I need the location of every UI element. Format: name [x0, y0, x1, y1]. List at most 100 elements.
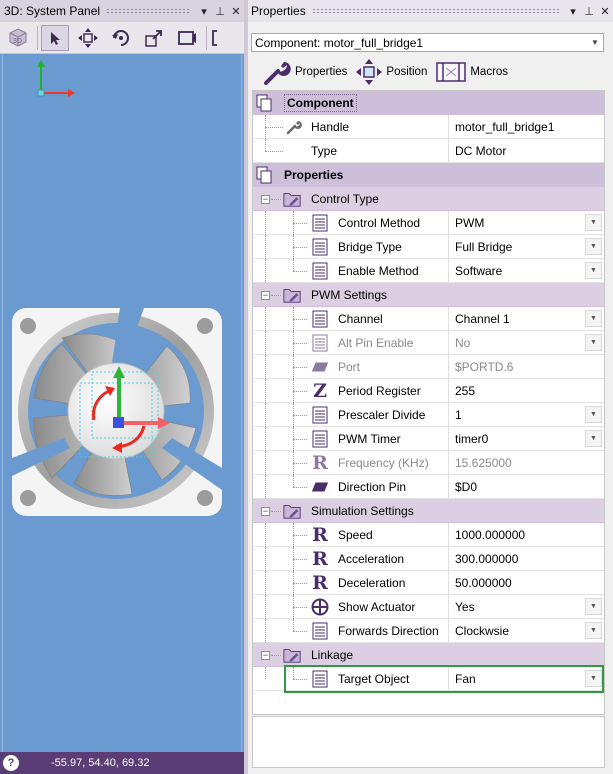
tree-line — [265, 235, 266, 259]
collapse-icon[interactable]: − — [261, 195, 270, 204]
dropdown-button[interactable]: ▼ — [585, 670, 602, 687]
panel-view-button[interactable] — [173, 25, 201, 51]
rotate-tool-button[interactable] — [107, 25, 135, 51]
property-row-type[interactable]: Type DC Motor — [253, 139, 604, 163]
property-value[interactable]: motor_full_bridge1 — [448, 115, 604, 139]
property-row-frequency[interactable]: R Frequency (KHz) 15.625000 — [253, 451, 604, 475]
property-value[interactable]: Fan ▼ — [448, 667, 604, 691]
property-row-alt-pin-enable[interactable]: Alt Pin Enable No ▼ — [253, 331, 604, 355]
pin-icon[interactable]: ⊥ — [212, 5, 228, 18]
tree-line — [271, 655, 281, 656]
close-icon[interactable]: ✕ — [228, 5, 244, 18]
dropdown-button[interactable]: ▼ — [585, 238, 602, 255]
property-value[interactable]: PWM ▼ — [448, 211, 604, 235]
property-row-handle[interactable]: Handle motor_full_bridge1 — [253, 115, 604, 139]
collapse-icon[interactable]: − — [261, 651, 270, 660]
dropdown-button[interactable]: ▼ — [585, 262, 602, 279]
property-value[interactable]: $D0 — [448, 475, 604, 499]
tree-line — [265, 523, 266, 547]
move-tool-button[interactable] — [74, 25, 102, 51]
tab-macros[interactable]: Macros — [435, 60, 508, 84]
property-value-text: 15.625000 — [455, 456, 512, 470]
property-label: Frequency (KHz) — [338, 456, 429, 470]
toolbar-overflow-button[interactable] — [210, 25, 220, 51]
tree-line — [293, 367, 307, 368]
close-icon[interactable]: ✕ — [597, 5, 613, 18]
dropdown-button[interactable]: ▼ — [585, 598, 602, 615]
scale-tool-button[interactable] — [140, 25, 168, 51]
collapse-icon[interactable]: − — [261, 291, 270, 300]
dropdown-button[interactable]: ▼ — [585, 214, 602, 231]
property-row-forwards-direction[interactable]: Forwards Direction Clockwsie ▼ — [253, 619, 604, 643]
help-icon[interactable]: ? — [3, 755, 19, 771]
group-control-type[interactable]: − Control Type — [253, 187, 604, 211]
collapse-icon[interactable]: − — [261, 507, 270, 516]
title-grip[interactable] — [311, 8, 559, 14]
property-row-direction-pin[interactable]: Direction Pin $D0 — [253, 475, 604, 499]
property-name-cell: Show Actuator — [253, 595, 448, 619]
property-value[interactable]: 255 — [448, 379, 604, 403]
property-row-prescaler-divide[interactable]: Prescaler Divide 1 ▼ — [253, 403, 604, 427]
property-row-speed[interactable]: R Speed 1000.000000 — [253, 523, 604, 547]
property-value[interactable]: 300.000000 — [448, 547, 604, 571]
camera-view-button[interactable]: 3D — [4, 25, 32, 51]
integer-z-icon: Z — [313, 380, 327, 402]
property-name-cell: Control Method — [253, 211, 448, 235]
group-simulation-settings[interactable]: − Simulation Settings — [253, 499, 604, 523]
properties-title: Properties — [251, 4, 306, 18]
property-row-control-method[interactable]: Control Method PWM ▼ — [253, 211, 604, 235]
property-row-deceleration[interactable]: R Deceleration 50.000000 — [253, 571, 604, 595]
dropdown-button[interactable]: ▼ — [585, 334, 602, 351]
group-linkage[interactable]: − Linkage — [253, 643, 604, 667]
property-value[interactable]: timer0 ▼ — [448, 427, 604, 451]
property-row-bridge-type[interactable]: Bridge Type Full Bridge ▼ — [253, 235, 604, 259]
pin-icon[interactable]: ⊥ — [581, 5, 597, 18]
dropdown-button[interactable]: ▼ — [585, 310, 602, 327]
property-label: Handle — [311, 120, 350, 134]
tab-properties[interactable]: Properties — [262, 58, 347, 86]
property-label: Enable Method — [338, 264, 419, 278]
group-pwm-settings[interactable]: − PWM Settings — [253, 283, 604, 307]
tree-line — [265, 451, 266, 475]
section-component-label: Component — [284, 94, 357, 112]
title-grip[interactable] — [106, 8, 190, 14]
chevron-down-icon[interactable]: ▼ — [587, 34, 603, 51]
section-properties[interactable]: Properties — [253, 163, 604, 187]
property-value[interactable]: Channel 1 ▼ — [448, 307, 604, 331]
property-value[interactable]: Full Bridge ▼ — [448, 235, 604, 259]
system-panel-toolbar: 3D — [0, 22, 244, 54]
dropdown-button[interactable]: ▼ — [585, 406, 602, 423]
fan-model[interactable] — [12, 308, 222, 516]
property-row-channel[interactable]: Channel Channel 1 ▼ — [253, 307, 604, 331]
3d-viewport[interactable] — [2, 55, 242, 752]
property-value[interactable]: DC Motor — [448, 139, 604, 163]
property-value[interactable]: 1000.000000 — [448, 523, 604, 547]
property-row-enable-method[interactable]: Enable Method Software ▼ — [253, 259, 604, 283]
property-value[interactable]: No ▼ — [448, 331, 604, 355]
property-value[interactable]: Yes ▼ — [448, 595, 604, 619]
dropdown-button[interactable]: ▼ — [585, 622, 602, 639]
property-value[interactable]: Software ▼ — [448, 259, 604, 283]
property-value-text: DC Motor — [455, 144, 507, 158]
property-value[interactable]: 1 ▼ — [448, 403, 604, 427]
tab-position[interactable]: Position — [355, 58, 427, 86]
property-value-text: Software — [455, 264, 503, 278]
property-value[interactable]: $PORTD.6 — [448, 355, 604, 379]
property-row-pwm-timer[interactable]: PWM Timer timer0 ▼ — [253, 427, 604, 451]
dropdown-button[interactable]: ▼ — [585, 430, 602, 447]
property-row-port[interactable]: Port $PORTD.6 — [253, 355, 604, 379]
property-value[interactable]: 50.000000 — [448, 571, 604, 595]
section-component[interactable]: Component — [253, 91, 604, 115]
property-row-acceleration[interactable]: R Acceleration 300.000000 — [253, 547, 604, 571]
property-row-period-register[interactable]: Z Period Register 255 — [253, 379, 604, 403]
property-row-show-actuator[interactable]: Show Actuator Yes ▼ — [253, 595, 604, 619]
property-label: Deceleration — [338, 576, 406, 590]
property-value[interactable]: 15.625000 — [448, 451, 604, 475]
select-tool-button[interactable] — [41, 24, 69, 51]
property-row-target-object[interactable]: Target Object Fan ▼ — [253, 667, 604, 691]
dropdown-icon[interactable]: ▾ — [196, 5, 212, 18]
tree-line — [293, 391, 307, 392]
dropdown-icon[interactable]: ▾ — [565, 5, 581, 18]
property-value[interactable]: Clockwsie ▼ — [448, 619, 604, 643]
component-select[interactable]: Component: motor_full_bridge1 ▼ — [251, 33, 604, 52]
